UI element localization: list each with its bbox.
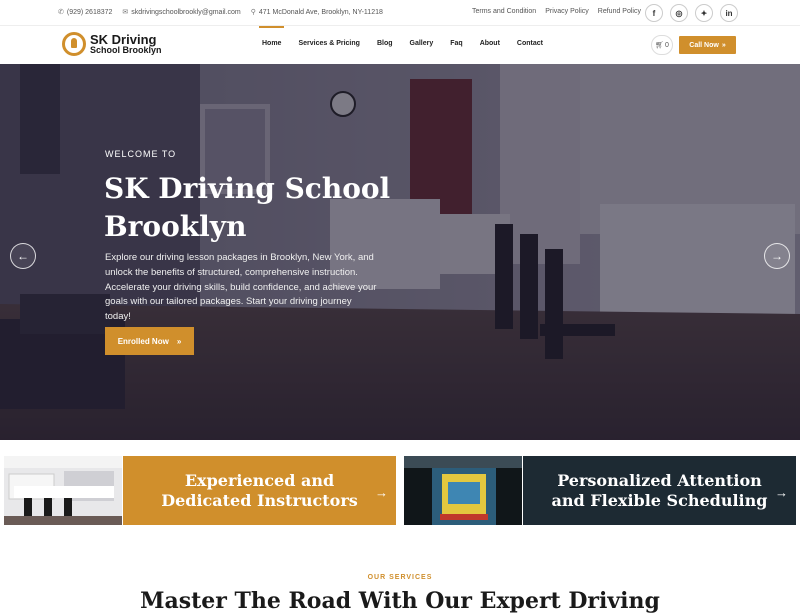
logo-text: SK Driving School Brooklyn <box>90 33 162 55</box>
phone-number: (929) 2618372 <box>66 8 113 16</box>
top-bar: ✆ (929) 2618372 ✉ skdrivingschoolbrookly… <box>0 0 800 26</box>
arrow-right-icon: → <box>375 485 388 500</box>
main-navbar: SK Driving School Brooklyn Home Services… <box>0 26 800 64</box>
feature-2-title: Personalized Attention and Flexible Sche… <box>551 470 768 510</box>
slider-next-button[interactable]: → <box>764 243 790 269</box>
feature-image-office <box>4 456 122 525</box>
nav-home[interactable]: Home <box>258 26 285 64</box>
terms-link[interactable]: Terms and Condition <box>472 8 536 15</box>
logo-line-2: School Brooklyn <box>90 45 162 55</box>
services-eyebrow: OUR SERVICES <box>367 574 433 581</box>
email-contact[interactable]: ✉ skdrivingschoolbrookly@gmail.com <box>122 8 241 17</box>
hero-description: Explore our driving lesson packages in B… <box>105 252 377 323</box>
cart-count: 0 <box>664 41 669 49</box>
double-chevron-right-icon: » <box>721 41 726 49</box>
enrolled-now-button[interactable]: Enrolled Now » <box>105 327 194 355</box>
hero-title: SK Driving School Brooklyn <box>104 172 391 243</box>
privacy-link[interactable]: Privacy Policy <box>545 8 589 15</box>
location-pin-icon: ⚲ <box>250 9 256 16</box>
arrow-right-icon: → <box>775 485 788 500</box>
cart-button[interactable]: 🛒︎ 0 <box>651 35 673 55</box>
cart-icon: 🛒︎ <box>655 42 664 49</box>
primary-nav: Home Services & Pricing Blog Gallery Faq… <box>258 26 560 64</box>
email-icon: ✉ <box>122 9 129 16</box>
arrow-right-icon: → <box>771 249 783 263</box>
instagram-icon[interactable]: ◎ <box>670 4 688 22</box>
call-now-button[interactable]: Call Now » <box>679 36 736 54</box>
logo-emblem-icon <box>62 32 86 56</box>
hero-eyebrow: WELCOME TO <box>105 149 177 159</box>
address-text: 471 McDonald Ave, Brooklyn, NY-11218 <box>258 8 383 16</box>
policy-links: Terms and Condition Privacy Policy Refun… <box>472 8 641 15</box>
nav-faq[interactable]: Faq <box>450 26 462 64</box>
phone-icon: ✆ <box>58 9 64 16</box>
social-links: f ◎ ✦ in <box>645 4 738 22</box>
nav-gallery[interactable]: Gallery <box>410 26 434 64</box>
slider-prev-button[interactable]: ← <box>10 243 36 269</box>
arrow-left-icon: ← <box>17 249 29 263</box>
feature-1-title: Experienced and Dedicated Instructors <box>161 470 358 510</box>
facebook-icon[interactable]: f <box>645 4 663 22</box>
services-title: Master The Road With Our Expert Driving <box>140 588 660 614</box>
enrolled-now-label: Enrolled Now <box>117 336 169 346</box>
nav-about[interactable]: About <box>480 26 500 64</box>
phone-contact[interactable]: ✆ (929) 2618372 <box>58 8 113 17</box>
nav-services-pricing[interactable]: Services & Pricing <box>298 26 359 64</box>
contact-info: ✆ (929) 2618372 ✉ skdrivingschoolbrookly… <box>58 8 383 17</box>
feature-personalized-attention[interactable]: Personalized Attention and Flexible Sche… <box>523 456 796 525</box>
address-contact: ⚲ 471 McDonald Ave, Brooklyn, NY-11218 <box>250 8 383 17</box>
email-address: skdrivingschoolbrookly@gmail.com <box>131 8 241 16</box>
nav-contact[interactable]: Contact <box>517 26 543 64</box>
feature-strip: Experienced and Dedicated Instructors → … <box>0 456 800 525</box>
refund-link[interactable]: Refund Policy <box>598 8 641 15</box>
hero-slider: WELCOME TO SK Driving School Brooklyn Ex… <box>0 64 800 440</box>
feature-experienced-instructors[interactable]: Experienced and Dedicated Instructors → <box>123 456 396 525</box>
twitter-icon[interactable]: ✦ <box>695 4 713 22</box>
feature-image-storefront <box>404 456 522 525</box>
call-now-label: Call Now <box>689 41 719 49</box>
linkedin-icon[interactable]: in <box>720 4 738 22</box>
nav-blog[interactable]: Blog <box>377 26 393 64</box>
double-chevron-right-icon: » <box>176 336 182 346</box>
site-logo[interactable]: SK Driving School Brooklyn <box>62 32 162 56</box>
